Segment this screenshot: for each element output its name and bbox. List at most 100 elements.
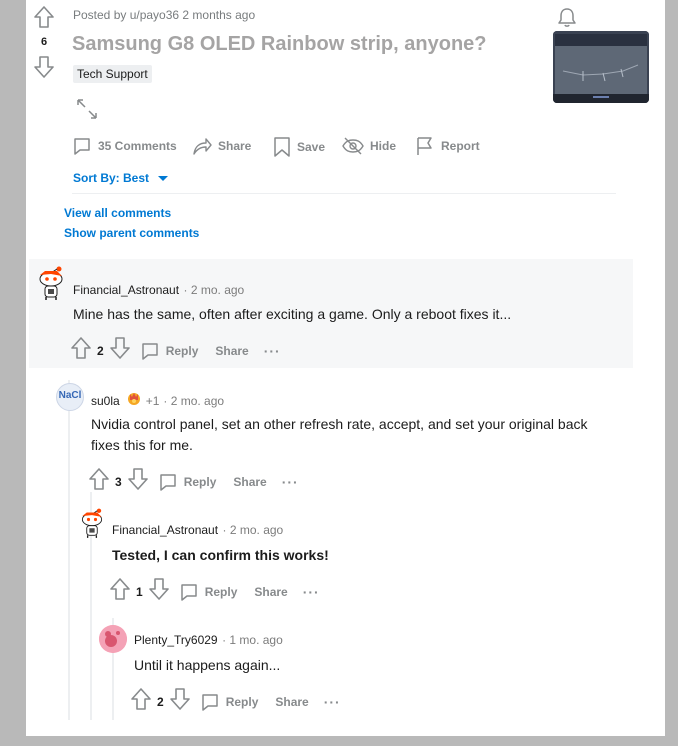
divider <box>72 193 616 194</box>
thread-line[interactable] <box>68 380 70 720</box>
comment-body: Tested, I can confirm this works! <box>112 547 329 563</box>
more-options-button[interactable]: ··· <box>282 474 299 490</box>
reply-label: Reply <box>225 694 259 709</box>
upvote-icon <box>34 6 54 28</box>
post-title[interactable]: Samsung G8 OLED Rainbow strip, anyone? <box>72 33 487 56</box>
comment-icon <box>180 583 197 601</box>
more-options-button[interactable]: ··· <box>264 343 281 359</box>
share-button[interactable]: Share <box>233 475 266 489</box>
more-options-button[interactable]: ··· <box>303 584 320 600</box>
bookmark-icon <box>274 137 290 157</box>
sort-label: Sort By: Best <box>73 171 150 185</box>
comment-time[interactable]: · 1 mo. ago <box>222 633 283 647</box>
comment-username[interactable]: Financial_Astronaut <box>112 523 218 537</box>
downvote-icon <box>148 578 169 600</box>
comment-time[interactable]: · 2 mo. ago <box>163 394 224 408</box>
post-meta: Posted by u/payo36 2 months ago <box>73 8 256 22</box>
reply-label: Reply <box>183 474 217 489</box>
report-label: Report <box>441 139 480 153</box>
downvote-icon <box>169 688 190 710</box>
bell-icon <box>558 8 576 27</box>
downvote-button[interactable] <box>34 56 54 78</box>
award-icon <box>127 393 140 405</box>
comment-actions: 2 Reply Share ··· <box>131 688 341 715</box>
comment-time[interactable]: · 2 mo. ago <box>223 523 284 537</box>
downvote-icon <box>109 337 130 359</box>
expand-icon <box>77 99 97 119</box>
save-label: Save <box>297 140 326 154</box>
avatar[interactable]: NaCl <box>56 383 84 411</box>
snoo-avatar-icon <box>99 625 127 653</box>
comment-username[interactable]: Plenty_Try6029 <box>134 633 218 647</box>
comment-icon <box>159 473 176 491</box>
post-card: 6 Posted by u/payo36 2 months ago Samsun… <box>26 0 665 736</box>
downvote-button[interactable] <box>169 688 190 715</box>
downvote-button[interactable] <box>127 468 148 495</box>
reply-button[interactable]: Reply <box>140 341 199 361</box>
expand-button[interactable] <box>76 98 98 125</box>
upvote-button[interactable] <box>131 688 151 715</box>
comment-highlighted: Financial_Astronaut · 2 mo. ago Mine has… <box>29 259 633 368</box>
share-button[interactable]: Share <box>192 136 251 156</box>
comment-icon <box>141 342 158 360</box>
post-flair[interactable]: Tech Support <box>73 65 152 83</box>
share-button[interactable]: Share <box>254 585 287 599</box>
award-count: +1 <box>145 393 160 408</box>
hide-button[interactable]: Hide <box>342 136 396 156</box>
comments-button[interactable]: 35 Comments <box>72 136 177 156</box>
avatar[interactable] <box>99 625 127 653</box>
post-vote-count: 6 <box>40 36 48 48</box>
comment-header: Financial_Astronaut · 2 mo. ago <box>112 521 283 539</box>
avatar[interactable] <box>78 505 106 541</box>
downvote-button[interactable] <box>109 337 130 364</box>
upvote-button[interactable] <box>110 578 130 605</box>
reply-button[interactable]: Reply <box>179 582 238 602</box>
comment-username[interactable]: su0la <box>91 394 120 408</box>
sort-dropdown[interactable]: Sort By: Best <box>73 171 170 185</box>
comment-icon <box>74 138 90 155</box>
share-button[interactable]: Share <box>275 695 308 709</box>
comment-score: 2 <box>97 343 104 358</box>
comment-header: Plenty_Try6029 · 1 mo. ago <box>134 631 283 649</box>
upvote-icon <box>89 468 109 490</box>
share-button[interactable]: Share <box>215 344 248 358</box>
upvote-button[interactable] <box>34 6 54 28</box>
snoo-avatar-icon <box>81 508 103 538</box>
comment-actions: 2 Reply Share ··· <box>71 337 281 364</box>
save-button[interactable]: Save <box>273 136 325 158</box>
show-parent-comments-link[interactable]: Show parent comments <box>64 226 199 240</box>
comment-score: 3 <box>115 474 122 489</box>
reply-button[interactable]: Reply <box>200 692 259 712</box>
reply-label: Reply <box>204 584 238 599</box>
avatar[interactable] <box>35 265 67 301</box>
hide-label: Hide <box>370 139 397 153</box>
view-all-comments-link[interactable]: View all comments <box>64 206 171 220</box>
comment-icon <box>201 693 218 711</box>
comment-body: Until it happens again... <box>134 657 281 673</box>
comment-time[interactable]: · 2 mo. ago <box>184 283 245 297</box>
avatar-text: NaCl <box>58 390 82 401</box>
upvote-button[interactable] <box>71 337 91 364</box>
comment-username[interactable]: Financial_Astronaut <box>73 283 179 297</box>
reply-label: Reply <box>165 343 199 358</box>
notification-button[interactable] <box>556 6 578 33</box>
snoo-avatar-icon <box>39 266 63 300</box>
upvote-icon <box>131 688 151 710</box>
award-badge[interactable] <box>126 390 142 411</box>
downvote-button[interactable] <box>148 578 169 605</box>
share-label: Share <box>218 139 252 153</box>
report-button[interactable]: Report <box>415 136 480 156</box>
flag-icon <box>417 137 432 155</box>
caret-down-icon <box>158 176 169 181</box>
reply-button[interactable]: Reply <box>158 472 217 492</box>
comment-body: Nvidia control panel, set an other refre… <box>91 416 588 453</box>
more-options-button[interactable]: ··· <box>324 694 341 710</box>
post-thumbnail[interactable] <box>553 31 649 103</box>
upvote-icon <box>71 337 91 359</box>
upvote-button[interactable] <box>89 468 109 495</box>
comment-actions: 1 Reply Share ··· <box>110 578 320 605</box>
comment-header: su0la +1 · 2 mo. ago <box>91 390 224 411</box>
share-icon <box>193 138 212 155</box>
downvote-icon <box>127 468 148 490</box>
comment-body: Mine has the same, often after exciting … <box>73 306 512 322</box>
